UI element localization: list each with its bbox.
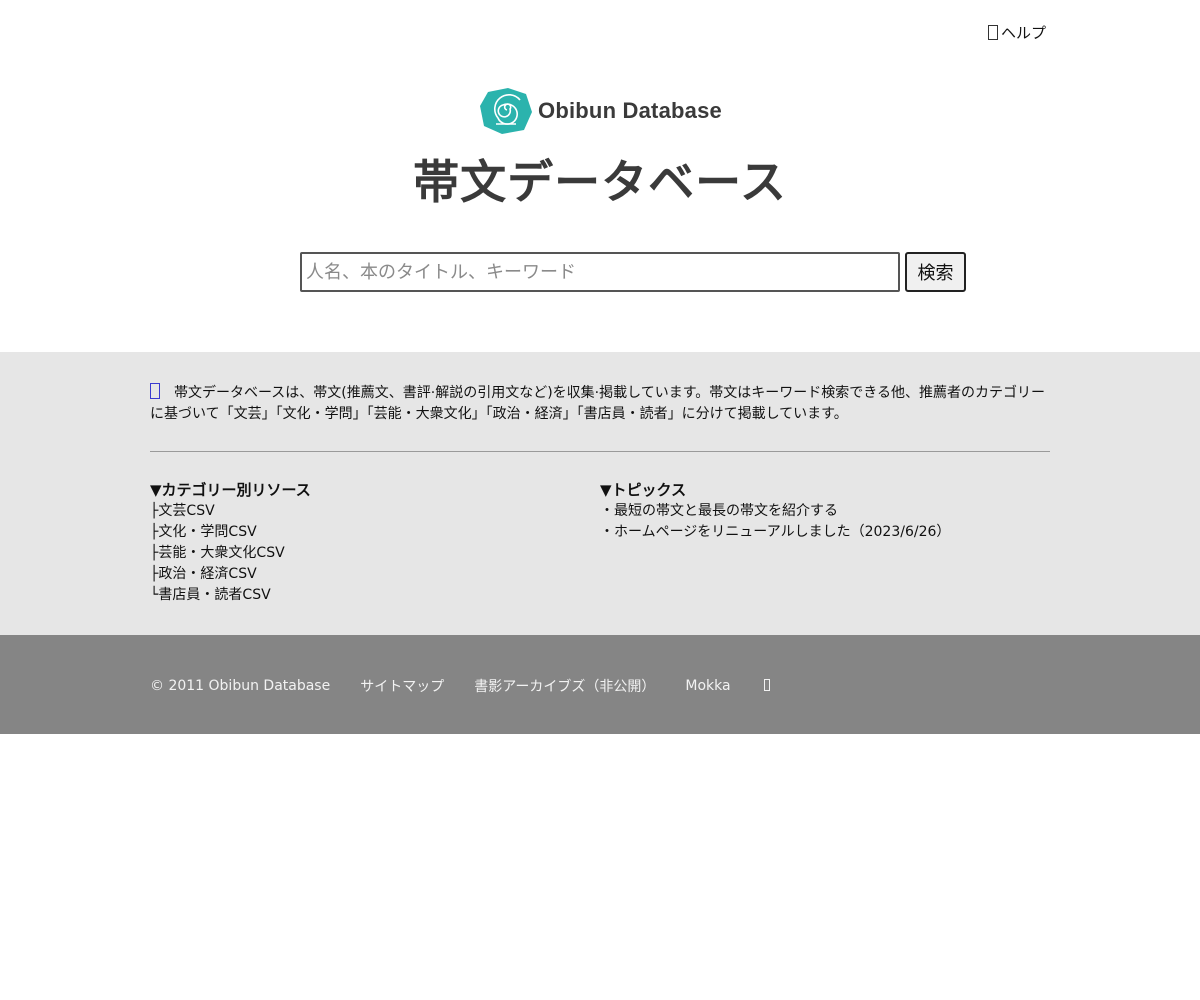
search-input[interactable]: [300, 252, 900, 292]
logo: Obibun Database: [0, 86, 1200, 136]
search-button[interactable]: 検索: [905, 252, 966, 292]
category-link-seiji-keizai[interactable]: ├政治・経済CSV: [150, 564, 590, 585]
topics: ▼トピックス ・最短の帯文と最長の帯文を紹介する ・ホームページをリニューアルし…: [600, 480, 1050, 543]
help-link[interactable]: ヘルプ: [988, 22, 1046, 43]
copyright: © 2011 Obibun Database: [150, 678, 331, 694]
intro-text: 帯文データベースは、帯文(推薦文、書評·解説の引用文など)を収集·掲載しています…: [150, 383, 1050, 425]
logo-text: Obibun Database: [538, 98, 722, 123]
category-link-bunka-gakumon[interactable]: ├文化・学問CSV: [150, 522, 590, 543]
help-icon: [988, 25, 998, 40]
topics-heading: ▼トピックス: [600, 481, 687, 499]
category-link-geino-taishu[interactable]: ├芸能・大衆文化CSV: [150, 543, 590, 564]
mokka-label: Mokka: [685, 678, 731, 694]
mokka-link[interactable]: Mokka: [685, 678, 799, 694]
external-link-icon: [763, 679, 770, 691]
shell-logo-icon: [480, 88, 533, 134]
category-heading: ▼カテゴリー別リソース: [150, 481, 311, 499]
footer: © 2011 Obibun Database サイトマップ 書影アーカイブズ（非…: [0, 635, 1200, 734]
category-link-bungei[interactable]: ├文芸CSV: [150, 501, 590, 522]
sitemap-link[interactable]: サイトマップ: [360, 676, 444, 696]
category-link-shotenin-dokusha[interactable]: └書店員・読者CSV: [150, 585, 590, 606]
info-section: 帯文データベースは、帯文(推薦文、書評·解説の引用文など)を収集·掲載しています…: [0, 352, 1200, 635]
page-title: 帯文データベース: [413, 155, 787, 209]
search-form: 検索: [300, 252, 966, 292]
cover-archive-link[interactable]: 書影アーカイブズ（非公開）: [474, 676, 655, 696]
topic-link[interactable]: ・ホームページをリニューアルしました（2023/6/26）: [600, 522, 1050, 543]
info-icon: [150, 383, 160, 399]
topic-link[interactable]: ・最短の帯文と最長の帯文を紹介する: [600, 501, 1050, 522]
help-label: ヘルプ: [1001, 24, 1047, 42]
intro-body: 帯文データベースは、帯文(推薦文、書評·解説の引用文など)を収集·掲載しています…: [150, 385, 1046, 422]
category-resources: ▼カテゴリー別リソース ├文芸CSV ├文化・学問CSV ├芸能・大衆文化CSV…: [150, 480, 590, 606]
divider: [150, 451, 1050, 452]
